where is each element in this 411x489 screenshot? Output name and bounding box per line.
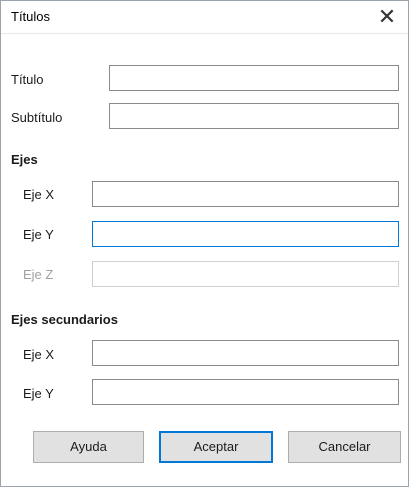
subtitulo-label-text: Subtítulo (11, 110, 63, 125)
eje-y-input[interactable] (92, 221, 399, 247)
subtitulo-input[interactable] (109, 103, 399, 129)
eje-y-secundario-label: Eje Y (23, 386, 54, 401)
eje-z-label: Eje Z (23, 267, 54, 282)
help-button[interactable]: Ayuda (33, 431, 144, 463)
eje-y-secundario-input[interactable] (92, 379, 399, 405)
cancel-button[interactable]: Cancelar (288, 431, 401, 463)
subtitulo-label: Subtítulo (11, 110, 62, 125)
ejes-secundarios-heading: Ejes secundarios (11, 312, 118, 327)
eje-z-input[interactable] (92, 261, 399, 287)
ok-button[interactable]: Aceptar (159, 431, 273, 463)
titles-dialog: Títulos ✕ Título Subtítulo Ejes Eje X Ej… (0, 0, 409, 487)
dialog-body: Título Subtítulo Ejes Eje X Eje Y Eje Z … (1, 34, 408, 486)
title-bar: Títulos ✕ (1, 1, 408, 34)
eje-x-label: Eje X (23, 187, 55, 202)
titulo-label: Título (11, 72, 44, 87)
eje-y-label: Eje Y (23, 227, 54, 242)
eje-x-secundario-label: Eje X (23, 347, 55, 362)
dialog-title: Títulos (11, 9, 51, 24)
close-icon[interactable]: ✕ (374, 4, 400, 30)
eje-x-input[interactable] (92, 181, 399, 207)
eje-x-secundario-input[interactable] (92, 340, 399, 366)
titulo-input[interactable] (109, 65, 399, 91)
ejes-heading: Ejes (11, 152, 38, 167)
titulo-label-text: Título (11, 72, 44, 87)
